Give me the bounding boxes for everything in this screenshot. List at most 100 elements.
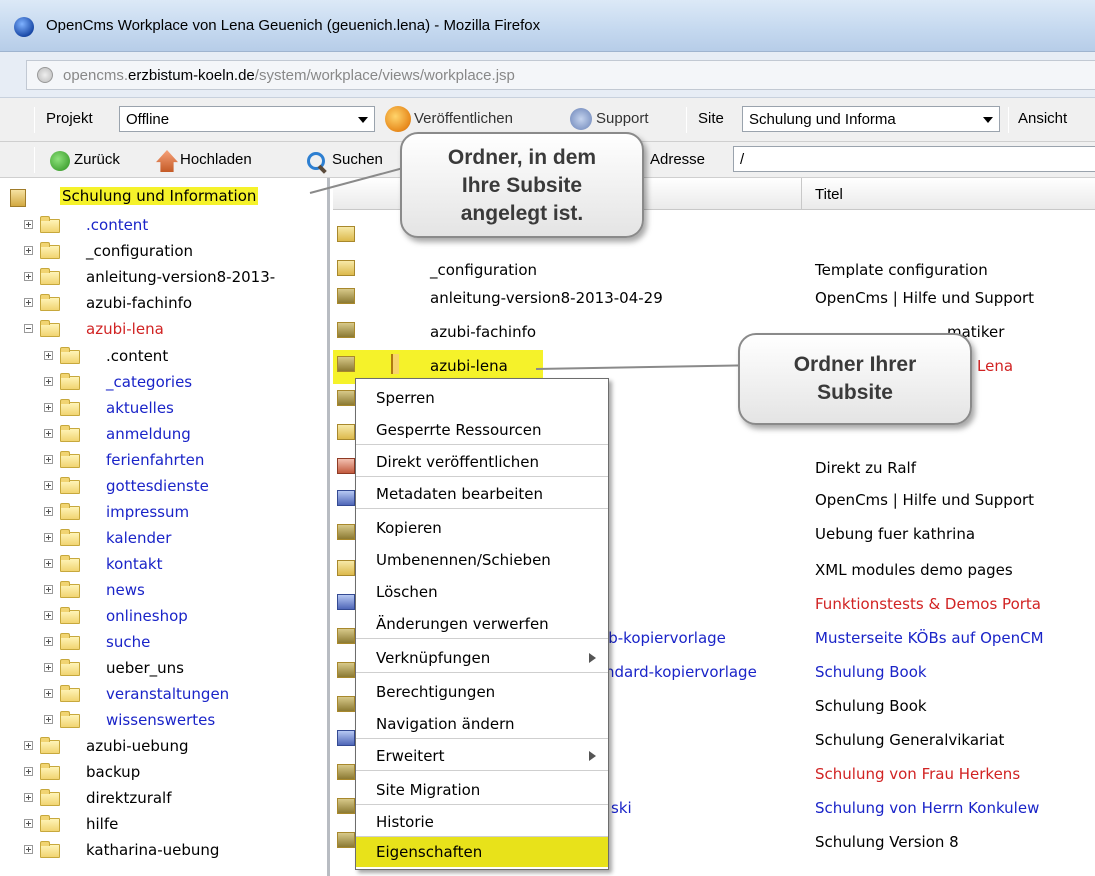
folder-icon (60, 425, 80, 442)
menu-item[interactable]: Berechtigungen (356, 677, 608, 707)
back-arrow-icon[interactable] (50, 151, 70, 171)
expand-icon[interactable] (24, 741, 33, 750)
menu-item[interactable]: Sperren (356, 383, 608, 413)
url-field[interactable]: opencms.erzbistum-koeln.de/system/workpl… (26, 60, 1095, 90)
expand-icon[interactable] (44, 559, 53, 568)
expand-icon[interactable] (24, 845, 33, 854)
tree-root[interactable]: Schulung und Information (8, 184, 327, 210)
expand-icon[interactable] (44, 663, 53, 672)
tree-item[interactable]: kalender (0, 526, 327, 552)
menu-item[interactable]: Erweitert (356, 741, 608, 771)
tree-item[interactable]: kontakt (0, 552, 327, 578)
tree-item-label: suche (106, 633, 151, 651)
address-input[interactable]: / (733, 146, 1095, 172)
column-divider (801, 178, 802, 210)
expand-icon[interactable] (44, 611, 53, 620)
expand-icon[interactable] (44, 351, 53, 360)
support-button[interactable]: Support (596, 110, 649, 127)
tree-item-label: kontakt (106, 555, 163, 573)
tree-item[interactable]: hilfe (0, 812, 327, 838)
tree-item[interactable]: _configuration (0, 239, 327, 265)
publish-button[interactable]: Veröffentlichen (414, 110, 552, 127)
menu-item[interactable]: Verknüpfungen (356, 643, 608, 673)
expand-icon[interactable] (44, 377, 53, 386)
tree-item[interactable]: anleitung-version8-2013- (0, 265, 327, 291)
menu-item[interactable]: Navigation ändern (356, 709, 608, 739)
menu-item[interactable]: Löschen (356, 577, 608, 607)
tree-item[interactable]: wissenswertes (0, 708, 327, 734)
tree-item-label: anleitung-version8-2013- (86, 268, 276, 286)
expand-icon[interactable] (44, 455, 53, 464)
collapse-icon[interactable] (24, 324, 33, 333)
search-button[interactable]: Suchen (332, 151, 383, 168)
menu-item[interactable]: Site Migration (356, 775, 608, 805)
search-icon[interactable] (305, 150, 327, 172)
menu-item[interactable]: Umbenennen/Schieben (356, 545, 608, 575)
expand-icon[interactable] (44, 481, 53, 490)
menu-item-label: Historie (376, 813, 434, 831)
expand-icon[interactable] (24, 272, 33, 281)
menu-item[interactable]: Kopieren (356, 513, 608, 543)
tree-item[interactable]: azubi-fachinfo (0, 291, 327, 317)
expand-icon[interactable] (24, 767, 33, 776)
callout-text: Subsite (817, 381, 893, 404)
ansicht-label[interactable]: Ansicht (1018, 110, 1067, 127)
site-select[interactable]: Schulung und Informa (742, 106, 1000, 132)
expand-icon[interactable] (44, 507, 53, 516)
folder-icon (60, 477, 80, 494)
menu-item[interactable]: Direkt veröffentlichen (356, 447, 608, 477)
tree-item[interactable]: ueber_uns (0, 656, 327, 682)
tree-item[interactable]: gottesdienste (0, 474, 327, 500)
upload-icon[interactable] (156, 150, 178, 172)
expand-icon[interactable] (24, 793, 33, 802)
back-button[interactable]: Zurück (74, 151, 120, 168)
tree-item[interactable]: azubi-uebung (0, 734, 327, 760)
tree-item[interactable]: aktuelles (0, 396, 327, 422)
expand-icon[interactable] (24, 819, 33, 828)
tree-item[interactable]: direktzuralf (0, 786, 327, 812)
tree-item[interactable]: katharina-uebung (0, 838, 327, 864)
tree-item[interactable]: _categories (0, 370, 327, 396)
expand-icon[interactable] (44, 715, 53, 724)
expand-icon[interactable] (44, 533, 53, 542)
expand-icon[interactable] (44, 689, 53, 698)
tree-item[interactable]: veranstaltungen (0, 682, 327, 708)
tree-item-label: kalender (106, 529, 172, 547)
menu-item[interactable]: Metadaten bearbeiten (356, 479, 608, 509)
tree-item[interactable]: backup (0, 760, 327, 786)
tree-item[interactable]: .content (0, 344, 327, 370)
submenu-arrow-icon (589, 653, 596, 663)
callout-text: Ihre Subsite (461, 174, 583, 197)
table-row[interactable]: azubi-fachinfo matiker (333, 316, 1095, 350)
menu-item[interactable]: Gesperrte Ressourcen (356, 415, 608, 445)
publish-icon[interactable] (385, 106, 411, 132)
tree-item[interactable]: ferienfahrten (0, 448, 327, 474)
menu-item-label: Änderungen verwerfen (376, 615, 549, 633)
projekt-select[interactable]: Offline (119, 106, 375, 132)
folder-icon (40, 815, 60, 832)
tree-item[interactable]: onlineshop (0, 604, 327, 630)
menu-item[interactable]: Historie (356, 807, 608, 837)
upload-button[interactable]: Hochladen (180, 151, 252, 168)
menu-item[interactable]: Änderungen verwerfen (356, 609, 608, 639)
support-icon[interactable] (570, 108, 592, 130)
tree-item[interactable]: news (0, 578, 327, 604)
tree-item[interactable]: suche (0, 630, 327, 656)
menu-item-label: Gesperrte Ressourcen (376, 421, 542, 439)
folder-icon (60, 607, 80, 624)
expand-icon[interactable] (44, 637, 53, 646)
column-title-header[interactable]: Titel (815, 186, 843, 203)
table-row[interactable]: anleitung-version8-2013-04-29 OpenCms | H… (333, 282, 1095, 316)
expand-icon[interactable] (44, 403, 53, 412)
expand-icon[interactable] (44, 429, 53, 438)
tree-item[interactable]: .content (0, 213, 327, 239)
folder-icon (40, 268, 60, 285)
tree-item[interactable]: impressum (0, 500, 327, 526)
expand-icon[interactable] (24, 220, 33, 229)
expand-icon[interactable] (24, 246, 33, 255)
tree-item[interactable]: anmeldung (0, 422, 327, 448)
expand-icon[interactable] (24, 298, 33, 307)
tree-item[interactable]: azubi-lena (0, 317, 327, 343)
expand-icon[interactable] (44, 585, 53, 594)
menu-item[interactable]: Eigenschaften (356, 837, 608, 867)
